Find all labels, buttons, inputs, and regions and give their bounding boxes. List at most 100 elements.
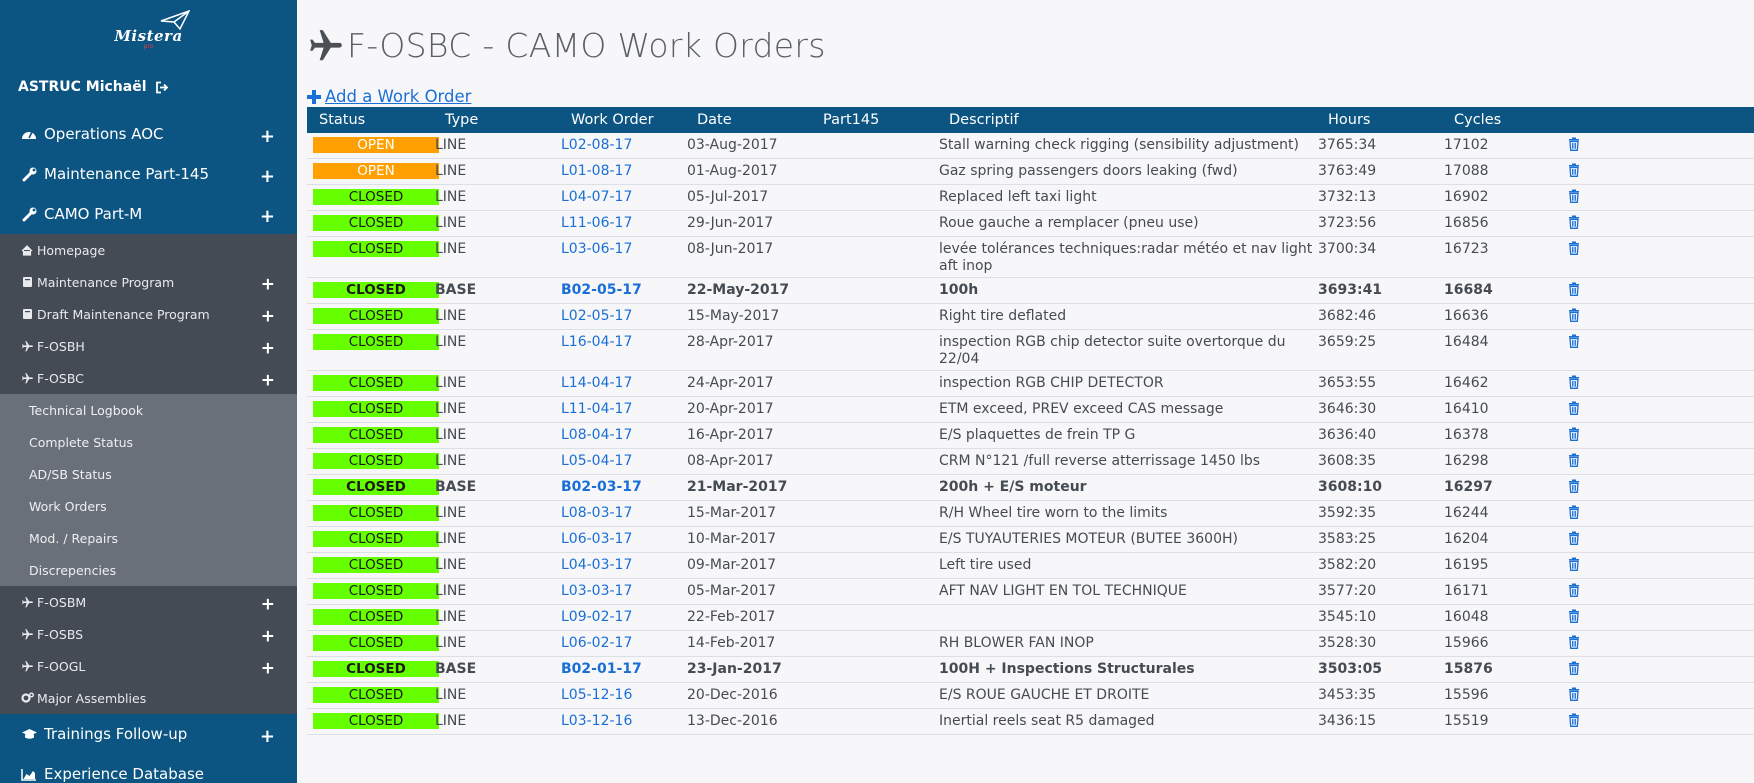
- delete-trash-icon[interactable]: [1568, 687, 1580, 701]
- work-order-link[interactable]: L03-06-17: [561, 241, 632, 257]
- nav-adsb-status[interactable]: AD/SB Status: [0, 458, 297, 490]
- delete-trash-icon[interactable]: [1568, 635, 1580, 649]
- work-order-link[interactable]: L08-04-17: [561, 427, 632, 443]
- cell-status: CLOSED: [307, 396, 439, 423]
- expand-plus-icon[interactable]: +: [261, 594, 275, 614]
- delete-trash-icon[interactable]: [1568, 375, 1580, 389]
- delete-trash-icon[interactable]: [1568, 137, 1580, 151]
- nav-f-osbh[interactable]: F-OSBH +: [0, 330, 297, 362]
- expand-plus-icon[interactable]: +: [260, 126, 275, 147]
- work-order-link[interactable]: L16-04-17: [561, 334, 632, 350]
- nav-technical-logbook[interactable]: Technical Logbook: [0, 394, 297, 426]
- work-order-link[interactable]: L03-03-17: [561, 583, 632, 599]
- delete-trash-icon[interactable]: [1568, 583, 1580, 597]
- nav-operations-aoc[interactable]: Operations AOC +: [0, 114, 297, 154]
- cell-work-order: L04-07-17: [559, 184, 685, 211]
- nav-work-orders[interactable]: Work Orders: [0, 490, 297, 522]
- work-order-link[interactable]: B02-05-17: [561, 282, 642, 298]
- nav-mod-repairs[interactable]: Mod. / Repairs: [0, 522, 297, 554]
- nav-f-osbs[interactable]: F-OSBS +: [0, 618, 297, 650]
- col-header-status[interactable]: Status: [307, 107, 433, 133]
- cell-status: CLOSED: [307, 604, 439, 631]
- work-order-link[interactable]: L02-08-17: [561, 137, 632, 153]
- nav-f-osbm[interactable]: F-OSBM +: [0, 586, 297, 618]
- cell-work-order: L03-12-16: [559, 708, 685, 735]
- cell-descriptif: Stall warning check rigging (sensibility…: [937, 133, 1316, 159]
- work-order-link[interactable]: B02-01-17: [561, 661, 642, 677]
- work-order-link[interactable]: L05-04-17: [561, 453, 632, 469]
- delete-trash-icon[interactable]: [1568, 531, 1580, 545]
- delete-trash-icon[interactable]: [1568, 453, 1580, 467]
- table-row: CLOSED LINE L14-04-17 24-Apr-2017 inspection…: [307, 370, 1754, 397]
- work-order-link[interactable]: B02-03-17: [561, 479, 642, 495]
- work-order-link[interactable]: L06-02-17: [561, 635, 632, 651]
- cell-actions: [1568, 277, 1754, 304]
- work-order-link[interactable]: L05-12-16: [561, 687, 632, 703]
- work-order-link[interactable]: L03-12-16: [561, 713, 632, 729]
- col-header-part145[interactable]: Part145: [811, 107, 937, 133]
- cell-hours: 3545:10: [1316, 604, 1442, 631]
- cell-part145: [811, 133, 937, 159]
- cell-hours: 3582:20: [1316, 552, 1442, 579]
- work-order-link[interactable]: L06-03-17: [561, 531, 632, 547]
- col-header-hours[interactable]: Hours: [1316, 107, 1442, 133]
- delete-trash-icon[interactable]: [1568, 241, 1580, 255]
- cell-work-order: L05-12-16: [559, 682, 685, 709]
- delete-trash-icon[interactable]: [1568, 401, 1580, 415]
- nav-camo-partm[interactable]: CAMO Part-M +: [0, 194, 297, 234]
- nav-f-osbc[interactable]: F-OSBC +: [0, 362, 297, 394]
- work-order-link[interactable]: L09-02-17: [561, 609, 632, 625]
- delete-trash-icon[interactable]: [1568, 557, 1580, 571]
- nav-maintenance-program[interactable]: Maintenance Program +: [0, 266, 297, 298]
- delete-trash-icon[interactable]: [1568, 479, 1580, 493]
- nav-experience-database[interactable]: Experience Database: [0, 754, 297, 783]
- nav-trainings-followup[interactable]: Trainings Follow-up +: [0, 714, 297, 754]
- delete-trash-icon[interactable]: [1568, 427, 1580, 441]
- expand-plus-icon[interactable]: +: [261, 306, 275, 326]
- work-order-link[interactable]: L14-04-17: [561, 375, 632, 391]
- nav-draft-maintenance-program[interactable]: Draft Maintenance Program +: [0, 298, 297, 330]
- col-header-descriptif[interactable]: Descriptif: [937, 107, 1316, 133]
- expand-plus-icon[interactable]: +: [261, 626, 275, 646]
- col-header-type[interactable]: Type: [433, 107, 559, 133]
- delete-trash-icon[interactable]: [1568, 282, 1580, 296]
- nav-f-oogl[interactable]: F-OOGL +: [0, 650, 297, 682]
- sign-out-icon[interactable]: [155, 81, 169, 94]
- delete-trash-icon[interactable]: [1568, 661, 1580, 675]
- expand-plus-icon[interactable]: +: [260, 166, 275, 187]
- work-order-link[interactable]: L01-08-17: [561, 163, 632, 179]
- nav-discrepencies[interactable]: Discrepencies: [0, 554, 297, 586]
- cell-part145: [811, 682, 937, 709]
- work-order-link[interactable]: L02-05-17: [561, 308, 632, 324]
- nav-maintenance-part145[interactable]: Maintenance Part-145 +: [0, 154, 297, 194]
- work-order-link[interactable]: L11-04-17: [561, 401, 632, 417]
- delete-trash-icon[interactable]: [1568, 215, 1580, 229]
- delete-trash-icon[interactable]: [1568, 189, 1580, 203]
- expand-plus-icon[interactable]: +: [261, 658, 275, 678]
- cell-type: LINE: [433, 184, 559, 211]
- col-header-date[interactable]: Date: [685, 107, 811, 133]
- work-order-link[interactable]: L08-03-17: [561, 505, 632, 521]
- work-order-link[interactable]: L11-06-17: [561, 215, 632, 231]
- work-order-link[interactable]: L04-07-17: [561, 189, 632, 205]
- add-work-order-link[interactable]: Add a Work Order: [307, 87, 471, 106]
- expand-plus-icon[interactable]: +: [261, 338, 275, 358]
- nav-complete-status[interactable]: Complete Status: [0, 426, 297, 458]
- delete-trash-icon[interactable]: [1568, 308, 1580, 322]
- expand-plus-icon[interactable]: +: [260, 726, 275, 747]
- expand-plus-icon[interactable]: +: [261, 274, 275, 294]
- col-header-work-order[interactable]: Work Order: [559, 107, 685, 133]
- delete-trash-icon[interactable]: [1568, 334, 1580, 348]
- delete-trash-icon[interactable]: [1568, 163, 1580, 177]
- delete-trash-icon[interactable]: [1568, 609, 1580, 623]
- col-header-cycles[interactable]: Cycles: [1442, 107, 1568, 133]
- nav-major-assemblies[interactable]: Major Assemblies: [0, 682, 297, 714]
- delete-trash-icon[interactable]: [1568, 505, 1580, 519]
- work-order-link[interactable]: L04-03-17: [561, 557, 632, 573]
- expand-plus-icon[interactable]: +: [261, 370, 275, 390]
- cell-actions: [1568, 210, 1754, 237]
- expand-plus-icon[interactable]: +: [260, 206, 275, 227]
- logo[interactable]: Mistera pro: [0, 0, 297, 60]
- nav-homepage[interactable]: Homepage: [0, 234, 297, 266]
- delete-trash-icon[interactable]: [1568, 713, 1580, 727]
